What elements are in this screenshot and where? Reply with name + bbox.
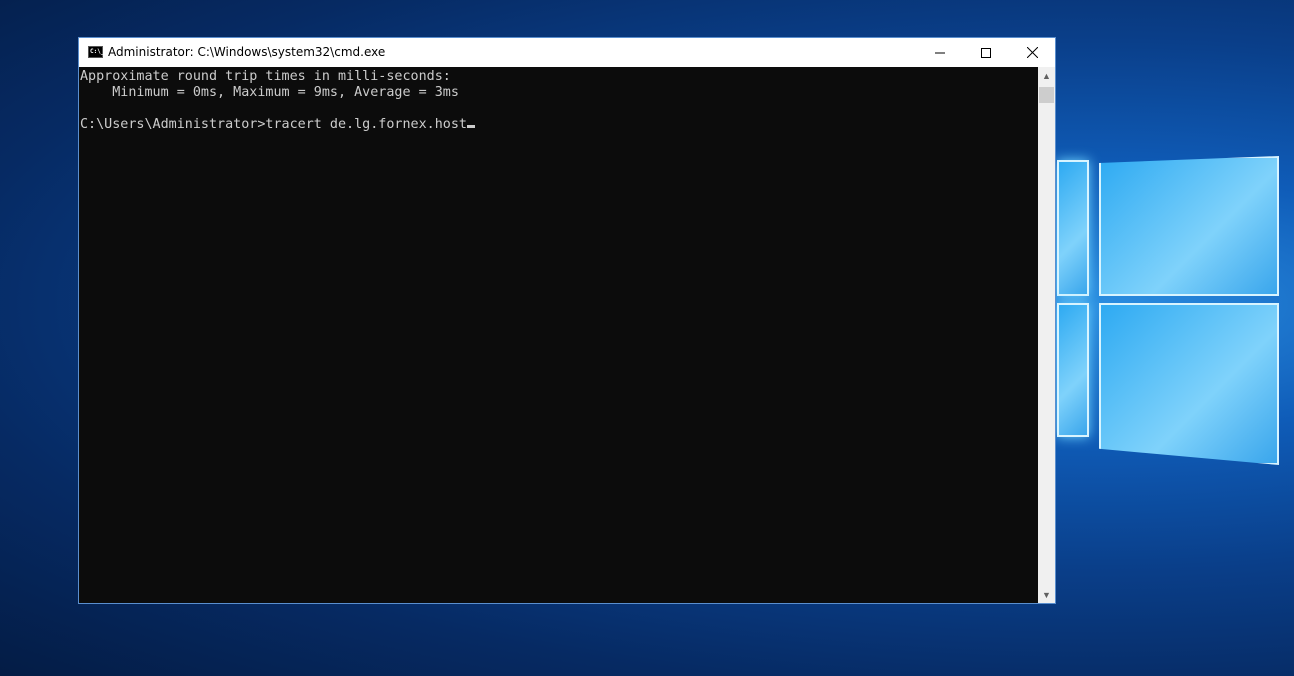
console-line: Minimum = 0ms, Maximum = 9ms, Average = …	[80, 85, 459, 100]
scroll-down-button[interactable]: ▼	[1038, 586, 1055, 603]
command-line[interactable]: C:\Users\Administrator>tracert de.lg.for…	[80, 117, 1039, 133]
cmd-window: Administrator: C:\Windows\system32\cmd.e…	[78, 37, 1056, 604]
vertical-scrollbar[interactable]: ▲ ▼	[1038, 67, 1055, 603]
scroll-up-button[interactable]: ▲	[1038, 67, 1055, 84]
title-bar[interactable]: Administrator: C:\Windows\system32\cmd.e…	[79, 38, 1055, 67]
console-line: Approximate round trip times in milli-se…	[80, 69, 451, 84]
close-icon	[1026, 47, 1038, 58]
chevron-down-icon: ▼	[1042, 589, 1051, 600]
minimize-icon	[935, 52, 945, 53]
windows-logo-wallpaper	[1057, 128, 1294, 468]
maximize-icon	[981, 47, 991, 58]
maximize-button[interactable]	[963, 38, 1009, 67]
close-button[interactable]	[1009, 38, 1055, 67]
console-output[interactable]: Approximate round trip times in milli-se…	[79, 67, 1039, 603]
minimize-button[interactable]	[917, 38, 963, 67]
chevron-up-icon: ▲	[1042, 70, 1051, 81]
text-cursor	[466, 125, 475, 128]
prompt-command: C:\Users\Administrator>tracert de.lg.for…	[80, 117, 467, 132]
window-title: Administrator: C:\Windows\system32\cmd.e…	[108, 45, 386, 59]
cmd-icon	[88, 46, 104, 58]
scrollbar-thumb[interactable]	[1039, 87, 1054, 103]
